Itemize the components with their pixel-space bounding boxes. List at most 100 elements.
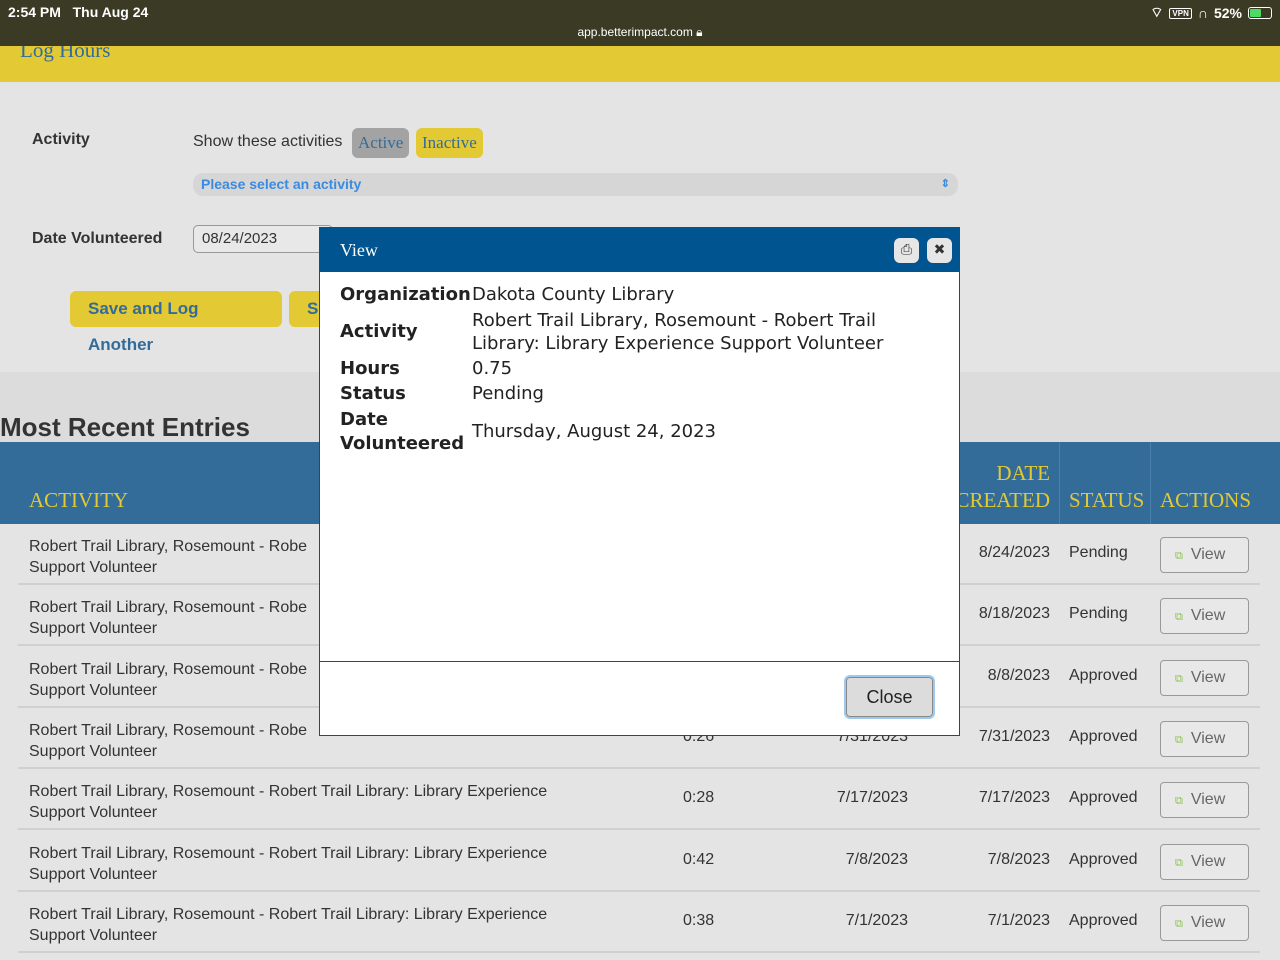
row-status: Approved (1069, 911, 1138, 929)
open-window-icon: ⧉ (1175, 856, 1183, 869)
row-status: Approved (1069, 666, 1138, 684)
close-icon[interactable]: ✖ (927, 238, 952, 263)
vpn-icon: VPN (1169, 7, 1192, 19)
lock-icon: 🔒︎ (696, 25, 703, 39)
row-date-created: 8/18/2023 (978, 605, 1050, 623)
activity-line2: Support Volunteer (29, 926, 158, 944)
header-date-created: DATE CREATED (956, 460, 1051, 514)
view-label: View (1190, 668, 1226, 686)
view-label: View (1190, 729, 1226, 747)
hours-value: 0.75 (472, 358, 513, 379)
view-button[interactable]: ⧉ View (1160, 720, 1249, 757)
url-text: app.betterimpact.com (577, 25, 693, 39)
save-and-log-another-button[interactable]: Save and Log Another (70, 291, 282, 354)
date: Thu Aug 24 (72, 4, 149, 20)
activity-line1: Robert Trail Library, Rosemount - Robert… (29, 905, 548, 923)
dialog-header: View ⎙ ✖ (320, 228, 959, 272)
view-label: View (1190, 913, 1226, 931)
open-window-icon: ⧉ (1175, 611, 1183, 624)
row-date-created: 7/8/2023 (987, 850, 1050, 868)
headphones-icon: ∩ (1197, 5, 1208, 21)
view-dialog: View ⎙ ✖ Organization Dakota County Libr… (319, 227, 960, 736)
open-window-icon: ⧉ (1175, 733, 1183, 746)
active-filter-button[interactable]: Active (352, 128, 410, 158)
status-time: 2:54 PM Thu Aug 24 (8, 4, 148, 20)
row-hours: 0:28 (683, 789, 715, 807)
chevron-updown-icon: ⇕ (940, 178, 950, 190)
hours-label: Hours (340, 358, 400, 379)
row-date-created: 8/24/2023 (978, 544, 1050, 561)
activity-line1: Robert Trail Library, Rosemount - Robert… (29, 783, 548, 801)
activity-line2: Support Volunteer (29, 865, 158, 883)
show-activities-label: Show these activities (193, 133, 343, 150)
row-activity: Robert Trail Library, Rosemount - Robert… (29, 781, 589, 823)
open-window-icon: ⧉ (1175, 550, 1183, 562)
battery-percent: 52% (1213, 5, 1242, 21)
row-date-created: 7/31/2023 (978, 727, 1050, 745)
activity-select-value: Please select an activity (201, 176, 362, 192)
view-label: View (1190, 791, 1226, 809)
activity-line2: Support Volunteer (29, 804, 158, 822)
battery-icon (1248, 7, 1272, 19)
table-row: Robert Trail Library, Rosemount - Robert… (18, 892, 1260, 953)
row-date-created: 8/8/2023 (987, 666, 1050, 684)
activity-value: Robert Trail Library, Rosemount - Robert… (472, 310, 884, 354)
activity-line1: Robert Trail Library, Rosemount - Robert… (29, 844, 548, 862)
open-window-icon: ⧉ (1175, 672, 1183, 685)
view-button[interactable]: ⧉ View (1160, 598, 1249, 635)
row-activity: Robert Trail Library, Rosemount - Robert… (29, 843, 589, 885)
row-date-created: 7/17/2023 (978, 789, 1050, 807)
print-icon[interactable]: ⎙ (894, 238, 919, 263)
close-button[interactable]: Close (844, 675, 935, 719)
dialog-footer: Close (320, 661, 959, 736)
row-hours: 0:38 (683, 911, 715, 929)
org-label: Organization (340, 284, 471, 305)
view-label: View (1190, 852, 1226, 870)
row-status: Pending (1069, 605, 1128, 623)
section-title: Most Recent Entries (0, 412, 250, 442)
status-value: Pending (472, 383, 544, 404)
open-window-icon: ⧉ (1175, 917, 1183, 930)
status-icons: ⌔ VPN ∩ 52% (1150, 4, 1272, 22)
view-button[interactable]: ⧉ View (1160, 659, 1249, 696)
view-button[interactable]: ⧉ View (1160, 843, 1249, 880)
row-date-created: 7/1/2023 (987, 911, 1050, 929)
open-window-icon: ⧉ (1175, 795, 1183, 808)
activity-line2: Support Volunteer (29, 742, 158, 760)
row-date-volunteered: 7/1/2023 (845, 911, 908, 929)
table-row: Robert Trail Library, Rosemount - Robert… (18, 831, 1260, 892)
wifi-icon: ⌔ (1150, 4, 1164, 20)
date-volunteered-input[interactable]: 08/24/2023 (193, 225, 333, 253)
header-status: STATUS (1069, 488, 1145, 512)
row-activity: Robert Trail Library, Rosemount - Robert… (29, 904, 589, 946)
header-activity: ACTIVITY (29, 488, 129, 512)
activity-label: Activity (340, 321, 418, 342)
status-label: Status (340, 383, 406, 404)
view-label: View (1190, 607, 1226, 625)
view-button[interactable]: ⧉ View (1160, 537, 1249, 573)
table-row: Robert Trail Library, Rosemount - Robert… (18, 769, 1260, 831)
time: 2:54 PM (8, 4, 61, 20)
url-bar[interactable]: app.betterimpact.com 🔒︎ (0, 25, 1280, 40)
inactive-filter-button[interactable]: Inactive (416, 128, 483, 158)
row-hours: 0:42 (683, 850, 715, 868)
view-button[interactable]: ⧉ View (1160, 782, 1249, 819)
view-button[interactable]: ⧉ View (1160, 904, 1249, 941)
header-date-created-line2: CREATED (955, 488, 1051, 512)
activity-select[interactable]: Please select an activity ⇕ (193, 173, 958, 196)
page-title: Log Hours (20, 46, 111, 62)
date-value: Thursday, August 24, 2023 (472, 421, 717, 442)
org-value: Dakota County Library (472, 284, 675, 305)
row-status: Approved (1069, 727, 1138, 745)
ios-status-bar: 2:54 PM Thu Aug 24 app.betterimpact.com … (0, 0, 1280, 46)
activity-label: Activity (32, 131, 90, 148)
header-actions: ACTIONS (1160, 488, 1252, 512)
row-date-volunteered: 7/17/2023 (836, 789, 908, 807)
date-volunteered-label: Date Volunteered (32, 230, 163, 247)
header-date-created-line1: DATE (996, 461, 1050, 485)
row-status: Pending (1069, 544, 1128, 561)
row-date-volunteered: 7/8/2023 (845, 850, 908, 868)
date-label: Date Volunteered (340, 409, 465, 454)
row-status: Approved (1069, 850, 1138, 868)
view-label: View (1190, 546, 1226, 563)
